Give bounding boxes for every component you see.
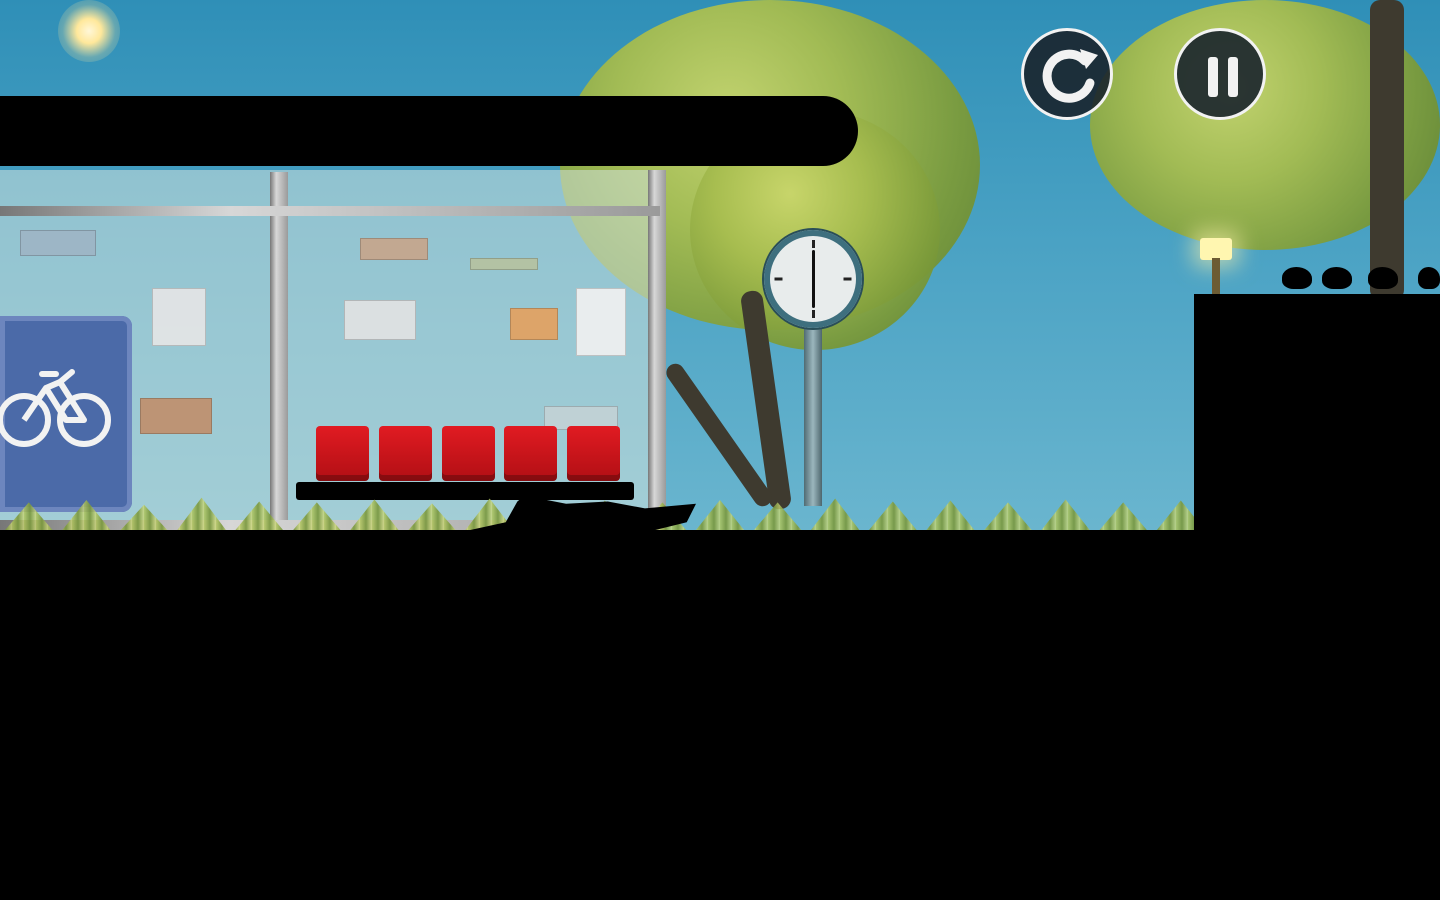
bicycle-icon [0, 369, 111, 447]
shelter-roof [0, 96, 858, 166]
tree-trunk-right [1370, 0, 1404, 300]
clock-mark-6 [812, 310, 815, 318]
bike-sign [0, 316, 132, 512]
bird-silhouette-4 [1418, 267, 1440, 289]
game-scene [0, 0, 1440, 900]
station-clock [764, 230, 862, 328]
shelter-frame-top [0, 206, 660, 216]
restart-button[interactable] [1021, 28, 1113, 120]
seat-4 [504, 426, 557, 481]
clock-mark-3 [843, 277, 852, 281]
shelter-frame-left [270, 172, 288, 530]
bird-silhouette-2 [1322, 267, 1352, 289]
poster-6 [344, 300, 416, 340]
poster-8 [576, 288, 626, 356]
poster-3 [140, 398, 212, 434]
restart-icon [1042, 49, 1098, 103]
pause-icon [1208, 57, 1238, 97]
poster-2 [152, 288, 206, 346]
ceiling-lamp [58, 0, 120, 62]
poster-1 [20, 230, 96, 256]
clock-hand [812, 250, 815, 308]
clock-post [804, 320, 822, 506]
seat-1 [316, 426, 369, 481]
pause-button[interactable] [1174, 28, 1266, 120]
lamp-post [1212, 258, 1220, 296]
poster-4 [360, 238, 428, 260]
clock-mark-9 [774, 277, 783, 281]
seat-2 [379, 426, 432, 481]
bird-silhouette-3 [1368, 267, 1398, 289]
poster-7 [510, 308, 558, 340]
shelter-frame-right [648, 170, 666, 530]
clock-mark-12 [812, 240, 815, 248]
seat-3 [442, 426, 495, 481]
ground [0, 530, 1440, 900]
seat-5 [567, 426, 620, 481]
bird-silhouette-1 [1282, 267, 1312, 289]
street-lamp [1198, 238, 1234, 298]
lamp-light [1200, 238, 1232, 260]
bench-base [296, 482, 634, 500]
poster-5 [470, 258, 538, 270]
